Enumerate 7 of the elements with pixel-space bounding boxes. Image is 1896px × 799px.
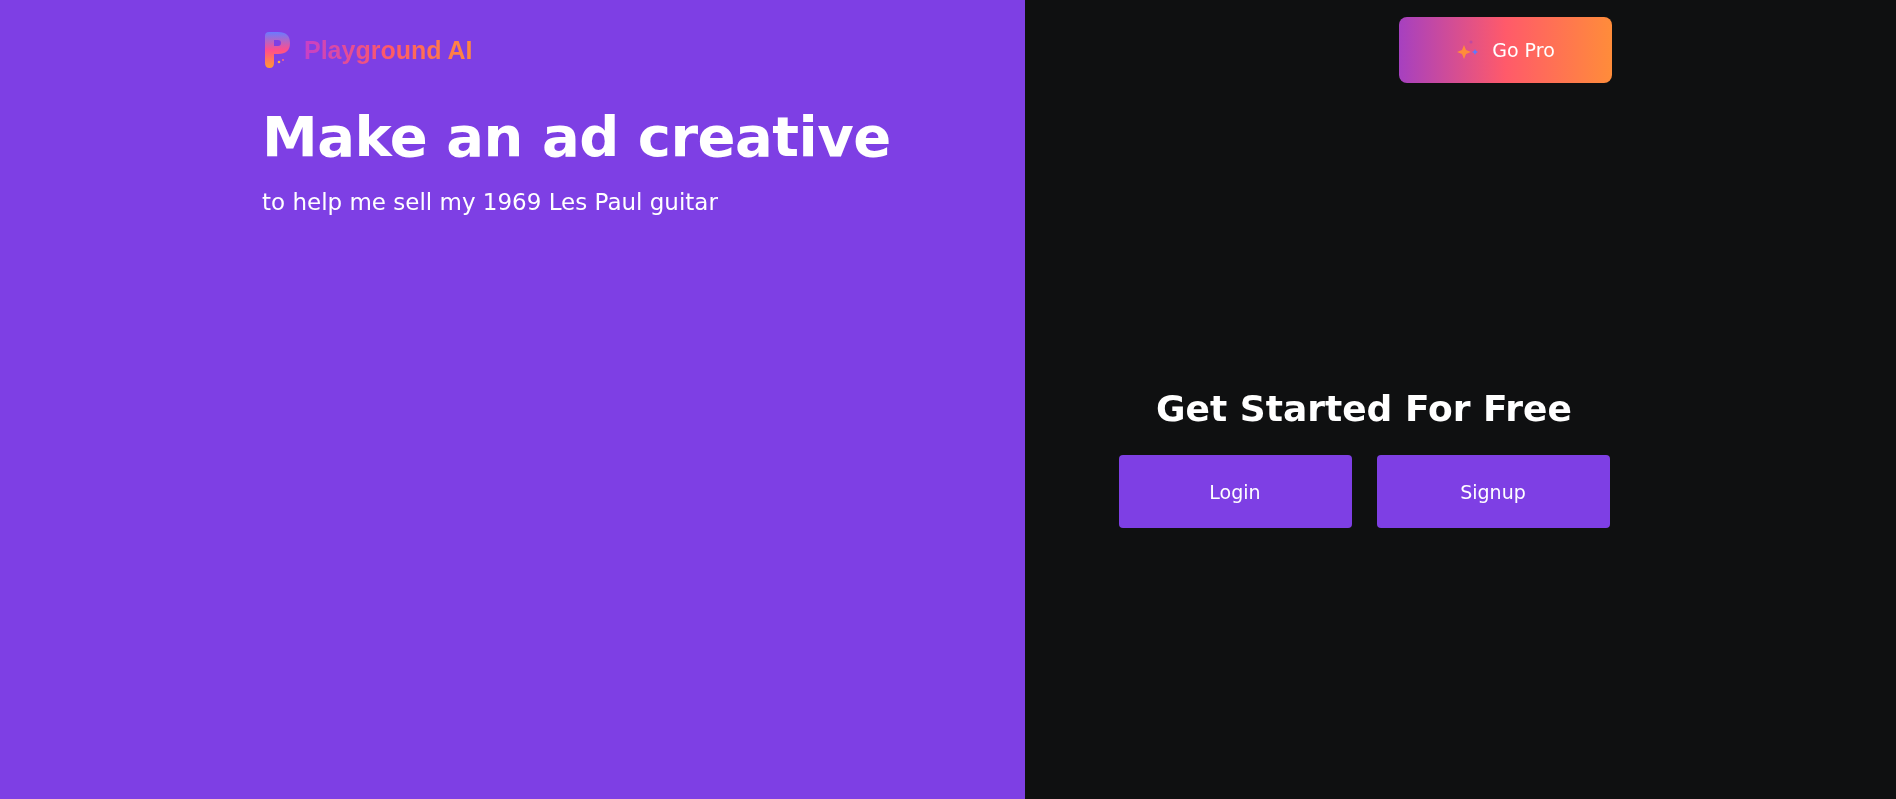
login-button[interactable]: Login <box>1118 455 1352 528</box>
hero-title: Make an ad creative <box>262 104 892 169</box>
auth-heading: Get Started For Free <box>1156 388 1572 429</box>
go-pro-button[interactable]: Go Pro <box>1399 17 1612 83</box>
hero-subtitle: to help me sell my 1969 Les Paul guitar <box>262 189 719 215</box>
signup-button[interactable]: Signup <box>1376 455 1610 528</box>
logo-icon <box>262 30 292 70</box>
